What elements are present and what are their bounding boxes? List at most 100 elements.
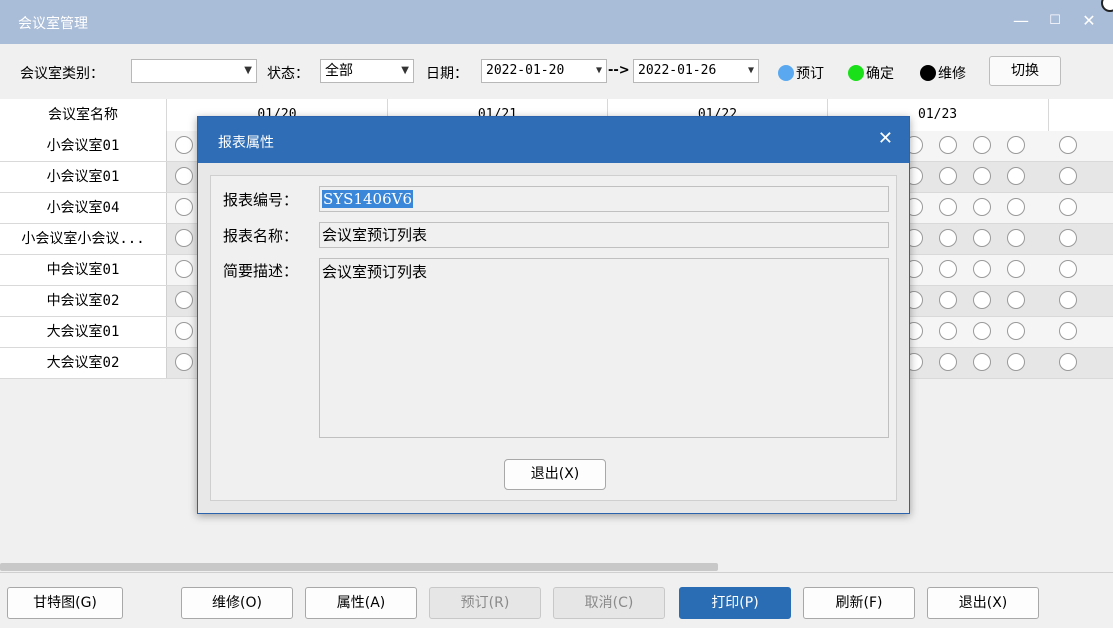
date-header-overflow bbox=[1049, 99, 1113, 131]
slot-radio-icon[interactable] bbox=[1007, 353, 1025, 371]
slot-radio-icon[interactable] bbox=[1059, 353, 1077, 371]
date-from-value: 2022-01-20 bbox=[486, 63, 565, 78]
room-type-select[interactable]: ▼ bbox=[131, 59, 257, 83]
dialog-close-icon[interactable]: ✕ bbox=[878, 128, 893, 149]
slot-radio-icon[interactable] bbox=[973, 198, 991, 216]
report-desc-textarea[interactable]: 会议室预订列表 bbox=[319, 258, 889, 438]
legend-confirmed-label: 确定 bbox=[866, 66, 894, 82]
status-value: 全部 bbox=[325, 63, 353, 79]
legend-reserved-label: 预订 bbox=[796, 66, 824, 82]
date-range-arrow: --> bbox=[608, 63, 630, 78]
slot-radio-icon[interactable] bbox=[1007, 167, 1025, 185]
chevron-down-icon: ▼ bbox=[595, 65, 602, 76]
slot-radio-icon[interactable] bbox=[175, 291, 193, 309]
status-select[interactable]: 全部 ▼ bbox=[320, 59, 414, 83]
chevron-down-icon: ▼ bbox=[401, 65, 409, 76]
action-bar: 甘特图(G) 维修(O) 属性(A) 预订(R) 取消(C) 打印(P) 刷新(… bbox=[0, 572, 1113, 628]
print-button[interactable]: 打印(P) bbox=[679, 587, 791, 619]
room-name: 小会议室01 bbox=[0, 131, 167, 161]
date-label: 日期： bbox=[426, 66, 468, 82]
report-code-field[interactable]: SYS1406V6 bbox=[319, 186, 889, 212]
slot-radio-icon[interactable] bbox=[973, 291, 991, 309]
slot-radio-icon[interactable] bbox=[175, 260, 193, 278]
slot-radio-icon[interactable] bbox=[973, 167, 991, 185]
status-label: 状态： bbox=[267, 66, 309, 82]
date-to-picker[interactable]: 2022-01-26 ▼ bbox=[633, 59, 759, 83]
switch-button[interactable]: 切换 bbox=[989, 56, 1061, 86]
cancel-button[interactable]: 取消(C) bbox=[553, 587, 665, 619]
legend-repair-label: 维修 bbox=[938, 66, 966, 82]
minimize-button[interactable]: — bbox=[1008, 8, 1034, 34]
room-name-header: 会议室名称 bbox=[0, 99, 167, 131]
slot-radio-icon[interactable] bbox=[973, 136, 991, 154]
report-desc-label: 简要描述： bbox=[223, 262, 299, 280]
refresh-button[interactable]: 刷新(F) bbox=[803, 587, 915, 619]
slot-radio-icon[interactable] bbox=[1059, 291, 1077, 309]
slot-radio-icon[interactable] bbox=[1007, 198, 1025, 216]
legend-repair-dot-icon bbox=[920, 65, 936, 81]
slot-radio-icon[interactable] bbox=[939, 136, 957, 154]
room-name: 大会议室02 bbox=[0, 348, 167, 378]
date-to-value: 2022-01-26 bbox=[638, 63, 717, 78]
dialog-titlebar: 报表属性 ✕ bbox=[198, 117, 909, 163]
chevron-down-icon: ▼ bbox=[747, 65, 754, 76]
slot-radio-icon[interactable] bbox=[939, 229, 957, 247]
slot-radio-icon[interactable] bbox=[175, 167, 193, 185]
window-title: 会议室管理 bbox=[18, 16, 88, 32]
slot-radio-icon[interactable] bbox=[973, 260, 991, 278]
report-desc-value: 会议室预订列表 bbox=[322, 263, 428, 281]
slot-radio-icon[interactable] bbox=[1059, 198, 1077, 216]
room-type-label: 会议室类别： bbox=[20, 66, 104, 82]
slot-radio-icon[interactable] bbox=[973, 229, 991, 247]
gantt-button[interactable]: 甘特图(G) bbox=[7, 587, 123, 619]
properties-button[interactable]: 属性(A) bbox=[305, 587, 417, 619]
slot-radio-icon[interactable] bbox=[1059, 322, 1077, 340]
exit-button[interactable]: 退出(X) bbox=[927, 587, 1039, 619]
slot-radio-icon[interactable] bbox=[1007, 260, 1025, 278]
legend-confirmed-dot-icon bbox=[848, 65, 864, 81]
slot-radio-icon[interactable] bbox=[175, 229, 193, 247]
room-name: 小会议室小会议... bbox=[0, 224, 167, 254]
room-name: 大会议室01 bbox=[0, 317, 167, 347]
slot-radio-icon[interactable] bbox=[175, 322, 193, 340]
slot-radio-icon[interactable] bbox=[1059, 260, 1077, 278]
horizontal-scrollbar[interactable] bbox=[0, 563, 718, 571]
slot-radio-icon[interactable] bbox=[175, 353, 193, 371]
chevron-down-icon: ▼ bbox=[244, 65, 252, 76]
slot-radio-icon[interactable] bbox=[939, 322, 957, 340]
dialog-body: 报表编号： SYS1406V6 报表名称： 会议室预订列表 简要描述： 会议室预… bbox=[210, 175, 897, 501]
slot-radio-icon[interactable] bbox=[1007, 136, 1025, 154]
report-code-value: SYS1406V6 bbox=[322, 190, 414, 208]
date-from-picker[interactable]: 2022-01-20 ▼ bbox=[481, 59, 607, 83]
slot-radio-icon[interactable] bbox=[1007, 322, 1025, 340]
report-name-field[interactable]: 会议室预订列表 bbox=[319, 222, 889, 248]
window-titlebar: 会议室管理 — ☐ ✕ bbox=[0, 0, 1113, 44]
slot-radio-icon[interactable] bbox=[1059, 229, 1077, 247]
report-name-value: 会议室预订列表 bbox=[322, 226, 428, 244]
slot-radio-icon[interactable] bbox=[939, 198, 957, 216]
dialog-title: 报表属性 bbox=[218, 135, 274, 151]
slot-radio-icon[interactable] bbox=[1059, 136, 1077, 154]
report-name-label: 报表名称： bbox=[223, 227, 299, 245]
slot-radio-icon[interactable] bbox=[175, 136, 193, 154]
filter-toolbar: 会议室类别： ▼ 状态： 全部 ▼ 日期： 2022-01-20 ▼ --> 2… bbox=[0, 44, 1113, 98]
corner-indicator-icon bbox=[1101, 0, 1113, 12]
room-name: 小会议室01 bbox=[0, 162, 167, 192]
reserve-button[interactable]: 预订(R) bbox=[429, 587, 541, 619]
slot-radio-icon[interactable] bbox=[1007, 291, 1025, 309]
slot-radio-icon[interactable] bbox=[939, 167, 957, 185]
close-button[interactable]: ✕ bbox=[1076, 8, 1102, 34]
slot-radio-icon[interactable] bbox=[939, 260, 957, 278]
slot-radio-icon[interactable] bbox=[1007, 229, 1025, 247]
slot-radio-icon[interactable] bbox=[973, 353, 991, 371]
slot-radio-icon[interactable] bbox=[175, 198, 193, 216]
slot-radio-icon[interactable] bbox=[939, 291, 957, 309]
dialog-exit-button[interactable]: 退出(X) bbox=[504, 459, 606, 490]
slot-radio-icon[interactable] bbox=[1059, 167, 1077, 185]
maximize-button[interactable]: ☐ bbox=[1042, 8, 1068, 34]
slot-radio-icon[interactable] bbox=[939, 353, 957, 371]
report-properties-dialog: 报表属性 ✕ 报表编号： SYS1406V6 报表名称： 会议室预订列表 简要描… bbox=[197, 116, 910, 514]
room-name: 中会议室01 bbox=[0, 255, 167, 285]
repair-button[interactable]: 维修(O) bbox=[181, 587, 293, 619]
slot-radio-icon[interactable] bbox=[973, 322, 991, 340]
